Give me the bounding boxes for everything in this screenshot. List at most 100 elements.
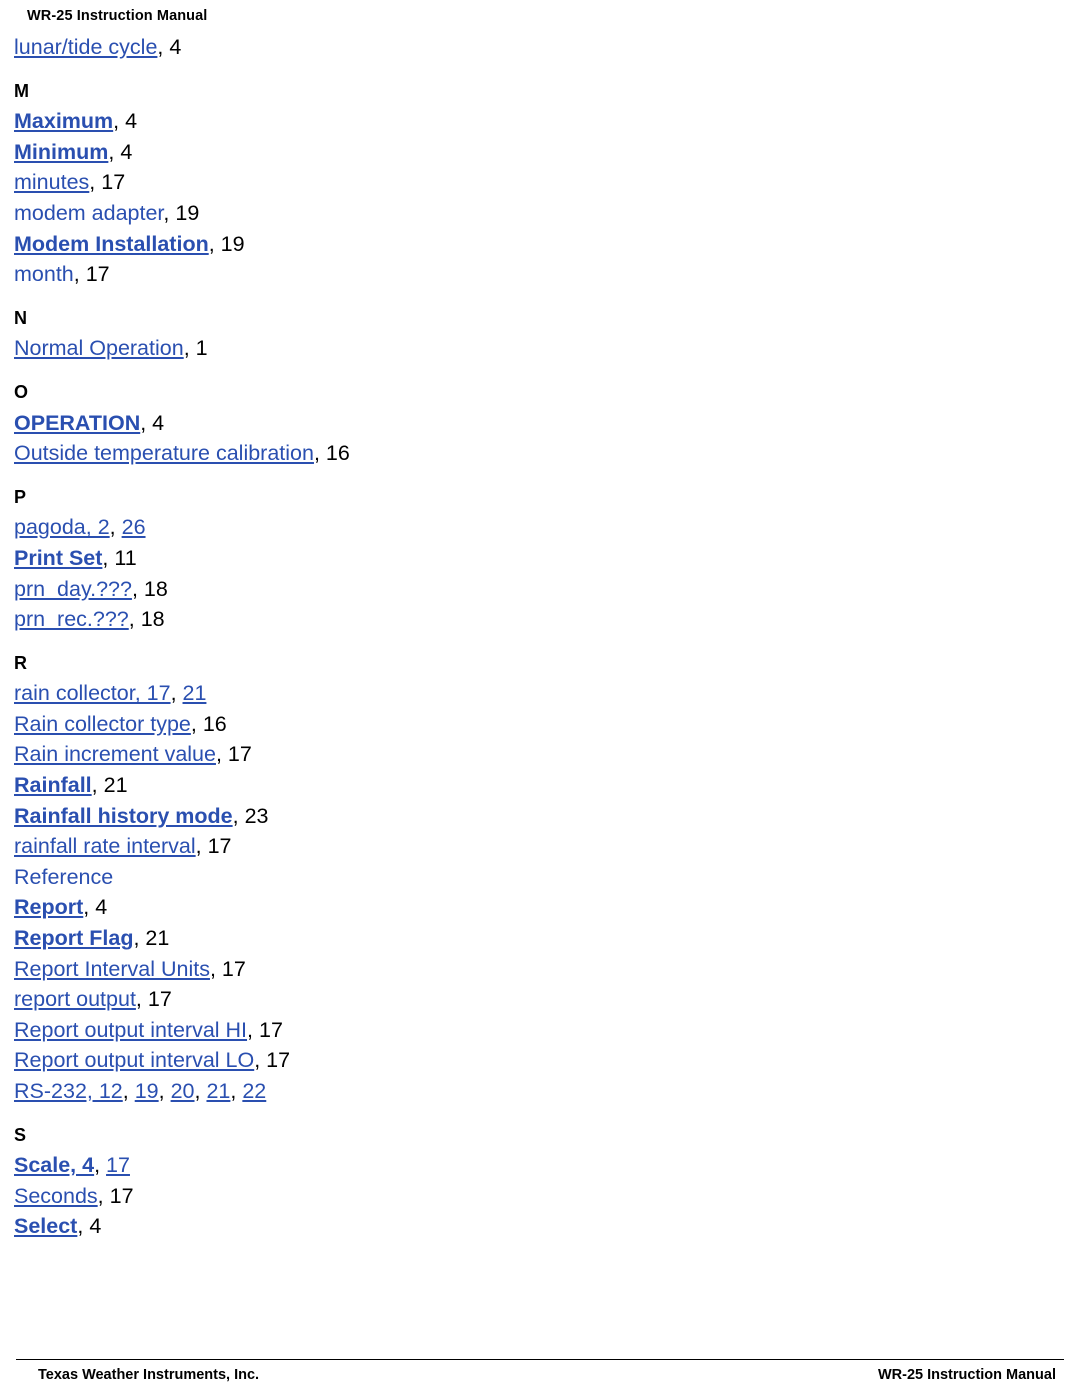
index-entry[interactable]: Reference [14, 862, 1054, 893]
index-entry-separator: , [108, 139, 121, 164]
index-entry-term[interactable]: Rain increment value [14, 742, 216, 766]
index-entry-separator: , [73, 262, 86, 287]
index-entry-separator: , [195, 834, 208, 859]
index-entry-page: 23 [244, 803, 269, 828]
index-entry-term[interactable]: Maximum [14, 109, 113, 133]
index-entry-page: 16 [325, 441, 350, 466]
index-entry[interactable]: Rain increment value, 17 [14, 739, 1054, 770]
index-entry[interactable]: Rainfall, 21 [14, 770, 1054, 801]
index-entry[interactable]: RS-232, 12, 19, 20, 21, 22 [14, 1076, 1054, 1107]
index-entry-term[interactable]: report output [14, 987, 136, 1011]
index-entry[interactable]: OPERATION, 4 [14, 408, 1054, 439]
index-entry-term[interactable]: Report Flag [14, 926, 133, 950]
index-entry-term[interactable]: Rain collector type [14, 712, 191, 736]
index-entry-page[interactable]: 22 [242, 1079, 266, 1103]
index-entry[interactable]: Report output interval LO, 17 [14, 1045, 1054, 1076]
index-entry-term[interactable]: Normal Operation [14, 336, 184, 360]
index-entry[interactable]: minutes, 17 [14, 167, 1054, 198]
index-entry[interactable]: Outside temperature calibration, 16 [14, 438, 1054, 469]
index-entry-page: 17 [266, 1048, 291, 1073]
index-entry[interactable]: Minimum, 4 [14, 137, 1054, 168]
index-entry[interactable]: Seconds, 17 [14, 1181, 1054, 1212]
index-entry-page[interactable]: 21 [183, 681, 207, 705]
index-entry-separator: , [230, 1079, 243, 1103]
index-entry-term[interactable]: RS-232, 12 [14, 1079, 123, 1103]
index-entry-separator: , [140, 410, 153, 435]
index-entry[interactable]: modem adapter, 19 [14, 198, 1054, 229]
page-header: WR-25 Instruction Manual [27, 8, 208, 24]
index-entry[interactable]: Normal Operation, 1 [14, 333, 1054, 364]
index-entry-term[interactable]: Report output interval HI [14, 1018, 247, 1042]
index-entry-term[interactable]: Outside temperature calibration [14, 441, 314, 465]
index-entry-term[interactable]: Select [14, 1214, 77, 1238]
index-entry-separator: , [158, 1079, 171, 1103]
index-entry[interactable]: Rain collector type, 16 [14, 709, 1054, 740]
index-entry-page[interactable]: 21 [206, 1079, 230, 1103]
index-entry[interactable]: Report, 4 [14, 892, 1054, 923]
index-entry[interactable]: Select, 4 [14, 1211, 1054, 1242]
index-entry[interactable]: report output, 17 [14, 984, 1054, 1015]
index-entry-term[interactable]: OPERATION [14, 411, 140, 435]
index-entry[interactable]: Report output interval HI, 17 [14, 1015, 1054, 1046]
index-entry-term[interactable]: prn_day.??? [14, 577, 132, 601]
page-footer: Texas Weather Instruments, Inc. WR-25 In… [0, 1359, 1080, 1387]
index-entry[interactable]: month, 17 [14, 259, 1054, 290]
index-entry-page: 4 [125, 109, 138, 134]
index-entry-page: 17 [221, 956, 246, 981]
index-entry-term[interactable]: pagoda, 2 [14, 515, 110, 539]
index-entry-term[interactable]: Minimum [14, 140, 108, 164]
index-entry[interactable]: rain collector, 17, 21 [14, 678, 1054, 709]
index-entry-term[interactable]: Reference [14, 865, 113, 889]
index-entry[interactable]: Report Flag, 21 [14, 923, 1054, 954]
index-entry-term[interactable]: Modem Installation [14, 232, 209, 256]
index-entry[interactable]: Print Set, 11 [14, 543, 1054, 574]
index-entry[interactable]: lunar/tide cycle, 4 [14, 32, 1054, 63]
index-entry-page: 17 [259, 1017, 283, 1042]
index-entry-separator: , [163, 200, 176, 225]
index-entry-term[interactable]: lunar/tide cycle [14, 35, 157, 59]
index-entry-separator: , [102, 545, 115, 570]
index-entry[interactable]: prn_day.???, 18 [14, 574, 1054, 605]
index-entry[interactable]: rainfall rate interval, 17 [14, 831, 1054, 862]
index-entry-term[interactable]: Report Interval Units [14, 957, 210, 981]
index-entry-term[interactable]: Scale, 4 [14, 1153, 94, 1177]
index-entry-term[interactable]: Rainfall history mode [14, 804, 233, 828]
index-entry[interactable]: Rainfall history mode, 23 [14, 801, 1054, 832]
index-letter-heading: S [14, 1124, 27, 1145]
index-entry-page: 19 [220, 231, 245, 256]
index-entry-term[interactable]: minutes [14, 170, 89, 194]
index-entry-page: 4 [120, 139, 133, 164]
index-letter-heading: N [14, 307, 27, 328]
index-entry-page: 18 [143, 576, 168, 601]
index-entry-term[interactable]: Report [14, 895, 83, 919]
index-entry-separator: , [97, 1183, 110, 1208]
index-entry[interactable]: Modem Installation, 19 [14, 229, 1054, 260]
index-entry-term[interactable]: rain collector, 17 [14, 681, 171, 705]
index-entry-page[interactable]: 19 [135, 1079, 159, 1103]
index-entry-separator: , [170, 681, 183, 706]
index-entry-term[interactable]: Rainfall [14, 773, 92, 797]
index-entry-separator: , [77, 1214, 90, 1239]
index-entry[interactable]: Scale, 4, 17 [14, 1150, 1054, 1181]
index-entry-separator: , [190, 711, 203, 736]
index-entry-separator: , [113, 109, 126, 134]
index-entry-page[interactable]: 17 [106, 1153, 130, 1177]
index-entry-term[interactable]: prn_rec.??? [14, 607, 129, 631]
footer-divider [16, 1359, 1064, 1360]
index-entry[interactable]: prn_rec.???, 18 [14, 604, 1054, 635]
index-entry[interactable]: Report Interval Units, 17 [14, 954, 1054, 985]
footer-company: Texas Weather Instruments, Inc. [38, 1367, 260, 1383]
index-entry-separator: , [128, 607, 141, 632]
index-entry-term[interactable]: modem adapter [14, 201, 163, 225]
index-entry[interactable]: Maximum, 4 [14, 106, 1054, 137]
index-entry[interactable]: pagoda, 2, 26 [14, 512, 1054, 543]
index-entry-term[interactable]: Report output interval LO [14, 1048, 254, 1072]
index-entry-term[interactable]: month [14, 262, 74, 286]
index-entry-separator: , [194, 1079, 207, 1103]
index-entry-term[interactable]: Seconds [14, 1184, 98, 1208]
index-entry-page[interactable]: 26 [122, 515, 146, 539]
index-entry-page[interactable]: 20 [171, 1079, 195, 1103]
index-entry-separator: , [135, 987, 148, 1012]
index-entry-term[interactable]: Print Set [14, 546, 102, 570]
index-entry-term[interactable]: rainfall rate interval [14, 834, 196, 858]
